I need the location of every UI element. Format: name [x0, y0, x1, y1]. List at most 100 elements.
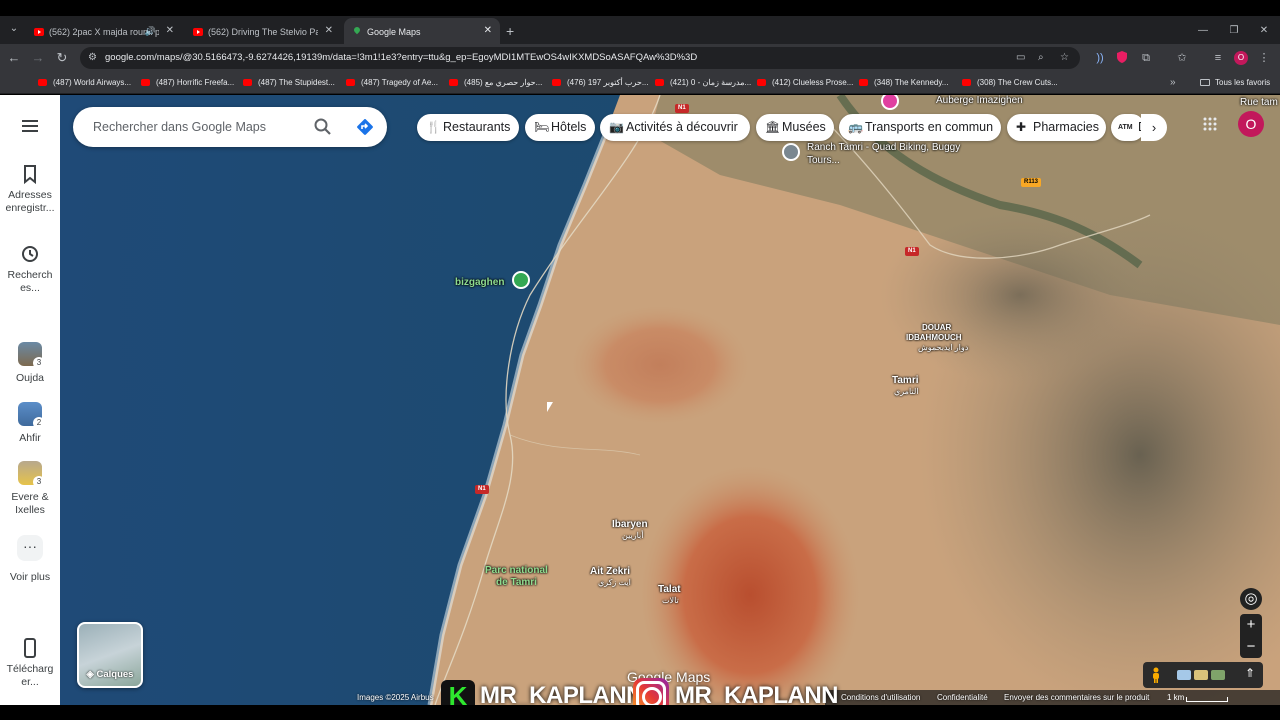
road-shield-n1: N1	[675, 104, 689, 113]
account-avatar[interactable]: O	[1238, 111, 1264, 137]
minus-icon: −	[1246, 638, 1256, 655]
chip-activities[interactable]: 📷 Activités à découvrir	[600, 114, 750, 141]
recent-place-oujda[interactable]: 3 Oujda	[0, 342, 60, 385]
bookmark-item[interactable]: (487) World Airways...	[38, 72, 131, 94]
maps-sidebar: Adresses enregistr... Recherch es... 3 O…	[0, 95, 60, 720]
recents-button[interactable]: Recherch es...	[0, 243, 60, 295]
bookmark-item[interactable]: (487) Tragedy of Ae...	[346, 72, 438, 94]
media-control-icon[interactable]: ≡	[1210, 50, 1226, 66]
bookmark-item[interactable]: (487) The Stupidest...	[243, 72, 335, 94]
reading-list-icon[interactable]: ✩	[1174, 50, 1190, 66]
chip-pharmacies[interactable]: ✚ Pharmacies	[1007, 114, 1106, 141]
restore-button[interactable]: ❐	[1219, 18, 1249, 44]
menu-button[interactable]	[0, 115, 60, 141]
place-douar-2: IDBAHMOUCH	[906, 333, 962, 342]
chip-restaurants[interactable]: 🍴 Restaurants	[417, 114, 519, 141]
tab-google-maps[interactable]: Google Maps ✕	[344, 18, 500, 44]
locate-icon: ◎	[1244, 590, 1258, 607]
street-view-thumbnail[interactable]	[1211, 670, 1225, 680]
tab-1[interactable]: (562) 2pac X majda roumi p 🔊 ✕	[26, 18, 182, 44]
reload-button[interactable]: ↻	[51, 44, 73, 72]
close-tab-icon[interactable]: ✕	[484, 18, 492, 44]
place-ranch[interactable]: Ranch Tamri - Quad Biking, Buggy Tours..…	[807, 141, 967, 167]
recent-place-ahfir[interactable]: 2 Ahfir	[0, 402, 60, 445]
my-location-button[interactable]: ◎	[1240, 588, 1262, 610]
chrome-menu-icon[interactable]: ⋮	[1256, 50, 1272, 66]
place-label: Ahfir	[19, 432, 41, 444]
map-view-thumbnail[interactable]	[1177, 670, 1191, 680]
extension-audio-icon[interactable]: ))	[1092, 50, 1108, 66]
expand-up-icon[interactable]: ⇑	[1245, 666, 1255, 680]
feedback-link[interactable]: Envoyer des commentaires sur le produit	[1004, 690, 1149, 705]
tab-title: (562) Driving The Stelvio Pass I	[208, 26, 318, 37]
place-park-1[interactable]: Parc national	[485, 565, 548, 576]
close-tab-icon[interactable]: ✕	[325, 18, 333, 44]
museum-icon: 🏛	[765, 120, 781, 134]
terms-link[interactable]: Conditions d'utilisation	[841, 690, 920, 705]
more-button[interactable]: ··· Voir plus	[0, 535, 60, 584]
more-bookmarks-icon[interactable]: »	[1170, 72, 1176, 94]
zoom-in-button[interactable]: +	[1240, 614, 1262, 636]
forward-button[interactable]: →	[27, 44, 49, 72]
all-bookmarks[interactable]: Tous les favoris	[1200, 72, 1270, 94]
bookmark-item[interactable]: (348) The Kennedy...	[859, 72, 948, 94]
extension-shield-icon[interactable]	[1114, 50, 1130, 66]
bookmark-item[interactable]: (485) حوار حصري مع...	[449, 72, 542, 94]
bookmark-item[interactable]: (308) The Crew Cuts...	[962, 72, 1058, 94]
place-bizgaghen[interactable]: bizgaghen	[455, 277, 504, 288]
search-icon[interactable]	[313, 117, 333, 137]
search-box[interactable]: Rechercher dans Google Maps	[73, 107, 387, 147]
bookmark-item[interactable]: (487) Horrific Freefa...	[141, 72, 234, 94]
camera-icon: 📷	[609, 120, 624, 134]
layers-button[interactable]: ◈ Calques	[77, 622, 143, 688]
google-apps-icon[interactable]	[1202, 116, 1218, 132]
directions-icon[interactable]	[355, 117, 375, 137]
recent-place-evere[interactable]: 3 Evere & Ixelles	[0, 461, 60, 517]
bookmark-star-icon[interactable]: ☆	[1060, 47, 1069, 69]
privacy-link[interactable]: Confidentialité	[937, 690, 988, 705]
history-icon	[22, 246, 38, 262]
bookmark-item[interactable]: (421) مدرسة زمان - 0...	[655, 72, 751, 94]
chip-hotels[interactable]: 🛏 Hôtels	[525, 114, 595, 141]
close-window-button[interactable]: ✕	[1249, 18, 1279, 44]
zoom-icon[interactable]: ⌕	[1038, 47, 1044, 69]
bookmark-item[interactable]: (412) Clueless Prose...	[757, 72, 853, 94]
chip-label: Musées	[782, 120, 826, 134]
back-button[interactable]: ←	[3, 44, 25, 72]
satellite-map[interactable]: Auberge Imazighen Rue tam Ranch Tamri - …	[60, 95, 1280, 705]
bookmark-item[interactable]: (476) حرب أكتوبر 197...	[552, 72, 649, 94]
activity-pin-icon[interactable]	[782, 143, 800, 161]
chip-transit[interactable]: 🚌 Transports en commun	[839, 114, 1001, 141]
tab-search-icon[interactable]: ⌄	[6, 20, 22, 38]
youtube-icon	[859, 79, 868, 87]
pegman-icon[interactable]	[1151, 667, 1161, 683]
extensions-puzzle-icon[interactable]: ⧉	[1138, 50, 1154, 66]
terrain-view-thumbnail[interactable]	[1194, 670, 1208, 680]
url-text: google.com/maps/@30.5166473,-9.6274426,1…	[105, 52, 698, 63]
zoom-out-button[interactable]: −	[1240, 636, 1262, 658]
scale-label[interactable]: 1 km	[1167, 690, 1184, 705]
youtube-icon	[552, 79, 561, 87]
address-bar[interactable]: ⚙ google.com/maps/@30.5166473,-9.6274426…	[80, 47, 1080, 69]
chip-museums[interactable]: 🏛 Musées	[756, 114, 834, 141]
place-talat-ar: تالات	[662, 596, 679, 605]
chips-next-button[interactable]: ›	[1141, 114, 1167, 141]
place-ait-zekri: Ait Zekri	[590, 566, 631, 577]
speaker-icon[interactable]: 🔊	[145, 18, 156, 44]
recents-label: Recherch es...	[7, 269, 53, 294]
install-app-icon[interactable]: ▭	[1016, 47, 1025, 69]
download-app-button[interactable]: Télécharg er...	[0, 637, 60, 689]
minimize-button[interactable]: —	[1188, 18, 1218, 44]
chip-atm[interactable]: ATMD	[1111, 114, 1145, 141]
place-auberge[interactable]: Auberge Imazighen	[936, 95, 1023, 106]
place-park-2[interactable]: de Tamri	[496, 577, 537, 588]
imagery-credit: Images ©2025 Airbus	[357, 693, 434, 702]
tab-2[interactable]: (562) Driving The Stelvio Pass I ✕	[185, 18, 341, 44]
saved-button[interactable]: Adresses enregistr...	[0, 163, 60, 215]
close-tab-icon[interactable]: ✕	[166, 18, 174, 44]
new-tab-button[interactable]: +	[506, 18, 514, 44]
site-info-icon[interactable]: ⚙	[88, 47, 97, 69]
park-pin-icon[interactable]	[512, 271, 530, 289]
profile-avatar[interactable]: O	[1234, 51, 1248, 65]
search-input[interactable]: Rechercher dans Google Maps	[93, 107, 266, 147]
